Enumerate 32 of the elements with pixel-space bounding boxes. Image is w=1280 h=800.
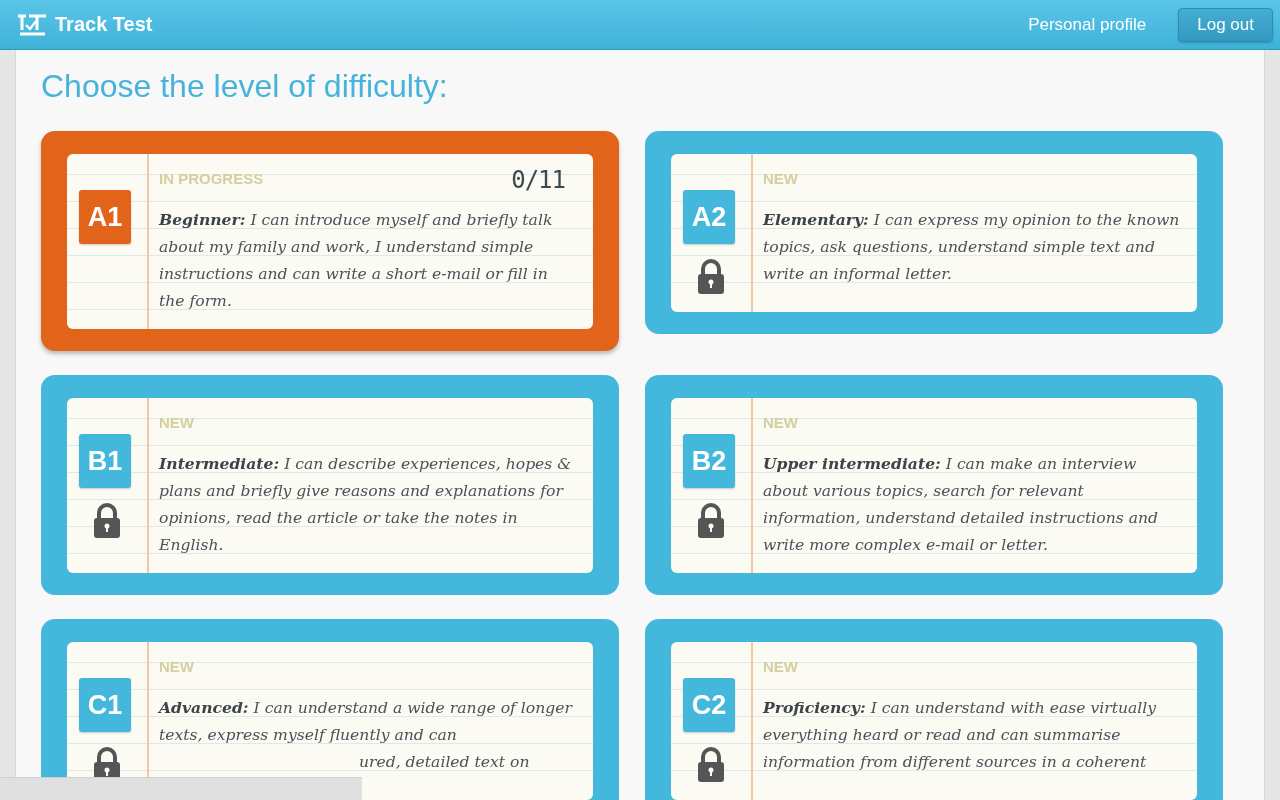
level-description: Intermediate: I can describe experiences, hopes & plans and briefly give reasons and explanations for opinions, read the article or take the notes in English.: [159, 453, 573, 556]
level-description: Beginner: I can introduce myself and briefly talk about my family and work, I understand simple instructions and can write a short e-mail or fill in the form.: [159, 209, 554, 312]
level-code: A2: [683, 190, 735, 244]
checklist-logo-icon: [17, 13, 47, 36]
level-code: C1: [79, 678, 131, 732]
progress-count: 0/11: [511, 166, 565, 194]
level-description: Elementary: I can express my opinion to the known topics, ask questions, understand simple text and write an informal letter.: [763, 209, 1181, 285]
level-code: B1: [79, 434, 131, 488]
lock-icon: [92, 502, 122, 538]
status-label: NEW: [763, 658, 798, 676]
level-code: C2: [683, 678, 735, 732]
app-name: Track Test: [55, 13, 153, 36]
lock-icon: [696, 258, 726, 294]
status-label: NEW: [763, 170, 798, 188]
level-description: Upper intermediate: I can make an interview about various topics, search for relevant information, understand detailed instructions and write more complex e-mail or letter.: [763, 453, 1160, 556]
level-card[interactable]: B2 NEW Upper intermediate: I can make an interview about various topics, search for relevant information, understand detailed instructions and write more complex e-mail or letter.: [645, 375, 1223, 595]
level-card[interactable]: A2 NEW Elementary: I can express my opinion to the known topics, ask questions, understand simple text and write an informal letter.: [645, 131, 1223, 334]
status-label: NEW: [763, 414, 798, 432]
level-code: B2: [683, 434, 735, 488]
level-card[interactable]: C2 NEW Proficiency: I can understand with ease virtually everything heard or read and can summarise information from different sources in a coherent: [645, 619, 1223, 800]
page-title: Choose the level of difficulty:: [41, 68, 449, 105]
level-code: A1: [79, 190, 131, 244]
status-label: NEW: [159, 414, 194, 432]
status-label: IN PROGRESS: [159, 170, 264, 188]
lock-icon: [696, 746, 726, 782]
status-label: NEW: [159, 658, 194, 676]
level-card[interactable]: A1 IN PROGRESS 0/11 Beginner: I can introduce myself and briefly talk about my family and work, I understand simple instructions and can write a short e-mail or fill in the form.: [41, 131, 619, 351]
lock-icon: [696, 502, 726, 538]
level-description: ured, detailed text on: [358, 752, 531, 773]
level-card[interactable]: C1 NEW Advanced: I can understand a wide range of longer texts, express myself fluently and can ured, detailed text on: [41, 619, 619, 800]
level-card[interactable]: B1 NEW Intermediate: I can describe experiences, hopes & plans and briefly give reasons and explanations for opinions, read the article or take the notes in English.: [41, 375, 619, 595]
level-description: Proficiency: I can understand with ease virtually everything heard or read and can summarise information from different sources in a coherent: [763, 697, 1158, 773]
